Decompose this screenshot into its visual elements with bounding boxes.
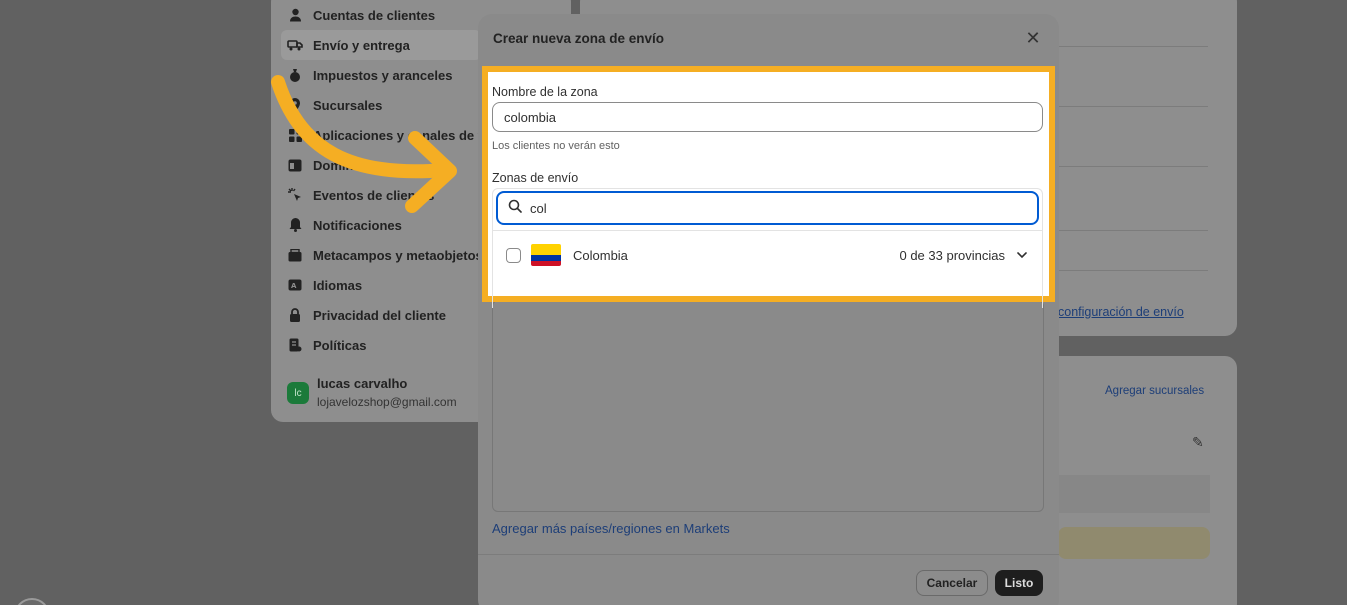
highlight-frame: Nombre de la zona colombia Los clientes … [482,66,1055,308]
zone-name-value: colombia [504,109,557,125]
divider [1058,46,1208,47]
divider [1058,166,1208,167]
add-markets-link[interactable]: Agregar más países/regiones en Markets [492,521,730,536]
location-row [1058,475,1210,513]
sidebar-item-label: Cuentas de clientes [313,7,436,23]
divider [1058,106,1208,107]
divider [1058,230,1208,231]
country-checkbox[interactable] [506,247,521,263]
zones-list-container [492,300,1044,512]
annotation-arrow-icon [271,75,457,213]
cancel-button[interactable]: Cancelar [916,570,988,596]
user-email: lojavelozshop@gmail.com [317,395,457,409]
chevron-down-icon[interactable] [1015,248,1029,262]
policy-icon [287,338,303,352]
bell-icon [287,218,303,232]
language-icon: A [287,278,303,292]
zone-name-hint: Los clientes no verán esto [492,140,620,152]
shipping-config-link[interactable]: configuración de envío [1058,305,1184,319]
modal-title: Crear nueva zona de envío [493,30,665,46]
user-name: lucas carvalho [317,376,408,391]
zone-name-input[interactable]: colombia [492,102,1043,132]
country-name: Colombia [573,247,628,263]
pencil-icon[interactable]: ✎ [1192,434,1204,451]
svg-text:A: A [291,282,297,290]
province-count: 0 de 33 provincias [899,247,1005,263]
divider [1058,270,1208,271]
list-item[interactable]: Colombia 0 de 33 provincias [492,242,1043,268]
sidebar-item-label: Idiomas [313,277,363,293]
truck-icon [287,38,303,52]
add-locations-link[interactable]: Agregar sucursales [1105,385,1204,397]
sidebar-item-label: Envío y entrega [313,37,410,53]
modal-footer: Cancelar Listo [478,554,1059,605]
zone-name-label: Nombre de la zona [492,85,598,99]
country-search-input[interactable]: col [496,191,1039,225]
lock-icon [287,308,303,322]
person-icon [287,8,303,22]
divider [492,230,1043,231]
database-icon [287,248,303,262]
search-value: col [530,200,547,216]
sidebar-item-label: Privacidad del cliente [313,307,446,323]
colombia-flag-icon [531,244,561,266]
warning-banner [1058,527,1210,559]
avatar: lc [287,382,309,404]
close-icon[interactable]: ✕ [1023,28,1043,49]
search-icon [508,199,522,218]
shipping-zones-label: Zonas de envío [492,171,579,185]
done-button[interactable]: Listo [995,570,1043,596]
user-account[interactable]: lc lucas carvalho lojavelozshop@gmail.co… [287,376,457,409]
modal-header: Crear nueva zona de envío ✕ [478,14,1059,62]
sidebar-item-label: Políticas [313,337,367,353]
sidebar-item-shipping[interactable]: Envío y entrega [281,30,481,60]
sidebar-item-label: Metacampos y metaobjetos [313,247,483,263]
